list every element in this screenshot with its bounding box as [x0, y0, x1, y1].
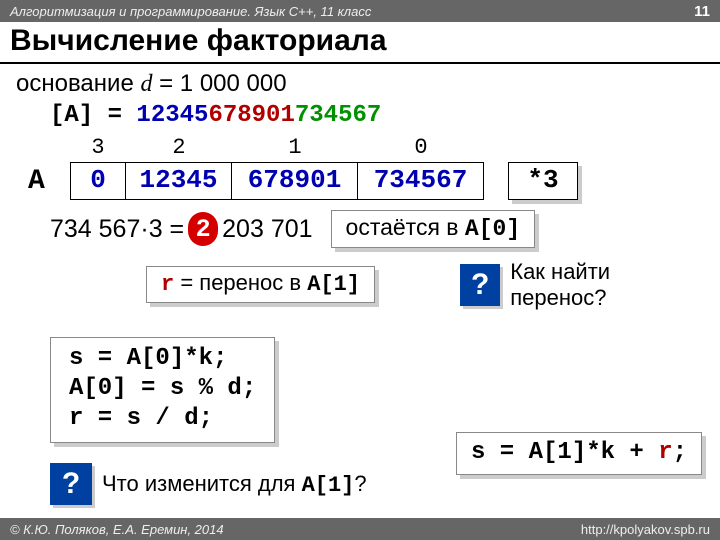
- expr-lhs: 734 567·3 =: [50, 215, 184, 244]
- slide-title: Вычисление факториала: [10, 24, 710, 58]
- code-l3: r = s / d;: [69, 404, 256, 434]
- answer-box: s = A[1]*k + r;: [456, 432, 702, 475]
- base-value: = 1 000 000: [152, 70, 286, 97]
- question-mark-icon: ?: [460, 264, 500, 306]
- code-l2: A[0] = s % d;: [69, 374, 256, 404]
- question-mark-icon: ?: [50, 463, 92, 505]
- remain-pre: остаётся в: [346, 214, 465, 240]
- question2-text: Что изменится для A[1]?: [102, 471, 367, 498]
- carry-r: r: [161, 272, 174, 297]
- copyright: © К.Ю. Поляков, Е.А. Еремин, 2014: [10, 522, 224, 537]
- content: основание d = 1 000 000 [A] = 1234567890…: [0, 64, 720, 505]
- q2-code: A[1]: [302, 473, 355, 498]
- arr-seg2: 678901: [208, 102, 294, 129]
- arr-seg1: 12345: [136, 102, 208, 129]
- remain-code: A[0]: [465, 216, 520, 242]
- carry-oval: 2: [188, 212, 218, 246]
- title-row: Вычисление факториала: [0, 22, 720, 64]
- question1-row: ? Как найти перенос?: [436, 259, 704, 311]
- idx-3: 3: [70, 135, 126, 160]
- question1-text: Как найти перенос?: [510, 259, 704, 311]
- var-d: d: [140, 71, 152, 97]
- idx-1: 1: [232, 135, 358, 160]
- index-row: 3 2 1 0: [28, 135, 704, 160]
- base-line: основание d = 1 000 000: [16, 70, 704, 98]
- q2-pre: Что изменится для: [102, 471, 302, 496]
- expression-row: 734 567·3 = 2 203 701 остаётся в A[0]: [50, 210, 704, 248]
- cell-2: 12345: [126, 162, 232, 200]
- base-prefix: основание: [16, 70, 140, 97]
- page-number: 11: [694, 3, 710, 20]
- ans-r: r: [658, 439, 672, 466]
- cell-0: 734567: [358, 162, 484, 200]
- q2-suf: ?: [354, 471, 366, 496]
- array-eq: [A] = 12345678901734567: [50, 102, 704, 129]
- code-block: s = A[0]*k; A[0] = s % d; r = s / d;: [50, 337, 275, 443]
- course-name: Алгоритмизация и программирование. Язык …: [10, 4, 371, 19]
- expr-rest: 203 701: [222, 215, 312, 244]
- arr-label: [A] =: [50, 102, 136, 129]
- carry-code: A[1]: [307, 272, 360, 297]
- footer-bar: © К.Ю. Поляков, Е.А. Еремин, 2014 http:/…: [0, 518, 720, 540]
- idx-0: 0: [358, 135, 484, 160]
- arr-seg3: 734567: [295, 102, 381, 129]
- cell-1: 678901: [232, 162, 358, 200]
- header-bar: Алгоритмизация и программирование. Язык …: [0, 0, 720, 22]
- array-row: A 0 12345 678901 734567 *3: [28, 162, 704, 200]
- footer-url: http://kpolyakov.spb.ru: [581, 522, 710, 537]
- code-l1: s = A[0]*k;: [69, 344, 256, 374]
- ans-s: s = A[1]*k +: [471, 439, 658, 466]
- ans-tail: ;: [673, 439, 687, 466]
- cell-3: 0: [70, 162, 126, 200]
- carry-mid: = перенос в: [174, 270, 307, 295]
- array-label: A: [28, 166, 70, 197]
- idx-2: 2: [126, 135, 232, 160]
- remain-box: остаётся в A[0]: [331, 210, 536, 248]
- multiplier-box: *3: [508, 162, 578, 200]
- carry-box: r = перенос в A[1]: [146, 266, 375, 303]
